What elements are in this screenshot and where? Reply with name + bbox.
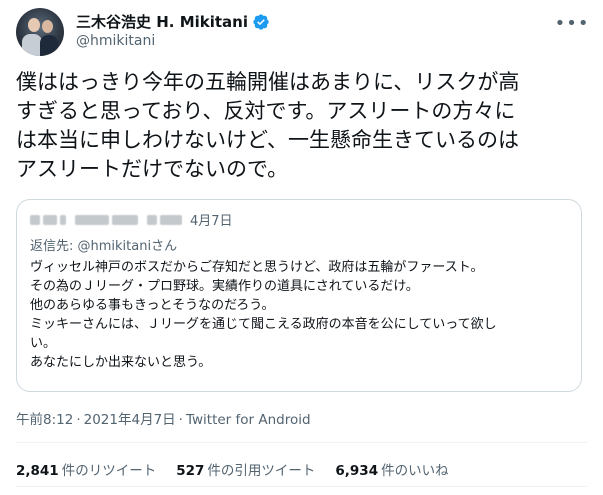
- redacted-user-info: [30, 214, 182, 225]
- like-count[interactable]: 6,934 件のいいね: [335, 459, 448, 479]
- reply-to-line: 返信先: @hmikitaniさん: [30, 235, 177, 254]
- quoted-text-line: い。: [30, 336, 57, 351]
- quoted-tweet-date[interactable]: 4月7日: [190, 210, 233, 229]
- tweet-header: 三木谷浩史 H. Mikitani @hmikitani •••: [16, 8, 589, 58]
- verified-badge-icon: [253, 13, 269, 30]
- tweet-text-line: アスリートだけでないので。: [16, 157, 289, 181]
- retweet-count[interactable]: 2,841 件のリツイート: [16, 459, 156, 479]
- quoted-text-line: 他のあらゆる事もきっとそうなのだろう。: [30, 298, 275, 313]
- quoted-tweet-header: 4月7日: [30, 210, 233, 229]
- quoted-tweet-card[interactable]: 4月7日 返信先: @hmikitaniさん ヴィッセル神戸のボスだからご存知だ…: [16, 199, 582, 392]
- divider: [16, 442, 587, 443]
- author-handle[interactable]: @hmikitani: [76, 33, 155, 49]
- engagement-stats: 2,841 件のリツイート 527 件の引用ツイート 6,934 件のいいね: [16, 459, 469, 479]
- reply-prefix: 返信先:: [30, 239, 78, 254]
- tweet-text-line: すぎると思っており、反対です。アスリートの方々に: [16, 99, 516, 123]
- tweet-text: 僕ははっきり今年の五輪開催はあまりに、リスクが高 すぎると思っており、反対です。…: [16, 68, 576, 184]
- quoted-text-line: あなたにしか出来ないと思う。: [30, 355, 212, 370]
- quoted-text-line: その為のＪリーグ・プロ野球。実績作りの道具にされているだけ。: [30, 279, 419, 294]
- reply-mention[interactable]: @hmikitaniさん: [78, 239, 178, 254]
- quoted-tweet-body: ヴィッセル神戸のボスだからご存知だと思うけど、政府は五輪がファースト。 その為の…: [30, 258, 570, 372]
- avatar[interactable]: [16, 8, 64, 56]
- quoted-text-line: ヴィッセル神戸のボスだからご存知だと思うけど、政府は五輪がファースト。: [30, 260, 484, 275]
- quoted-text-line: ミッキーさんには、Ｊリーグを通じて聞こえる政府の本音を公にしていって欲し: [30, 317, 497, 332]
- tweet-time[interactable]: 午前8:12: [16, 412, 73, 428]
- author-name-row[interactable]: 三木谷浩史 H. Mikitani: [76, 11, 270, 32]
- meta-separator: ·: [178, 412, 183, 428]
- tweet-text-line: は本当に申しわけないけど、一生懸命生きているのは: [16, 128, 519, 152]
- tweet-metadata: 午前8:12 · 2021年4月7日 · Twitter for Android: [16, 408, 311, 428]
- tweet-client[interactable]: Twitter for Android: [186, 412, 311, 428]
- divider: [16, 486, 587, 487]
- tweet-date[interactable]: 2021年4月7日: [84, 412, 176, 428]
- quote-tweet-count[interactable]: 527 件の引用ツイート: [176, 459, 315, 479]
- meta-separator: ·: [76, 412, 81, 428]
- author-display-name[interactable]: 三木谷浩史 H. Mikitani: [76, 11, 248, 32]
- more-options-icon[interactable]: •••: [555, 8, 589, 38]
- tweet-text-line: 僕ははっきり今年の五輪開催はあまりに、リスクが高: [16, 70, 520, 94]
